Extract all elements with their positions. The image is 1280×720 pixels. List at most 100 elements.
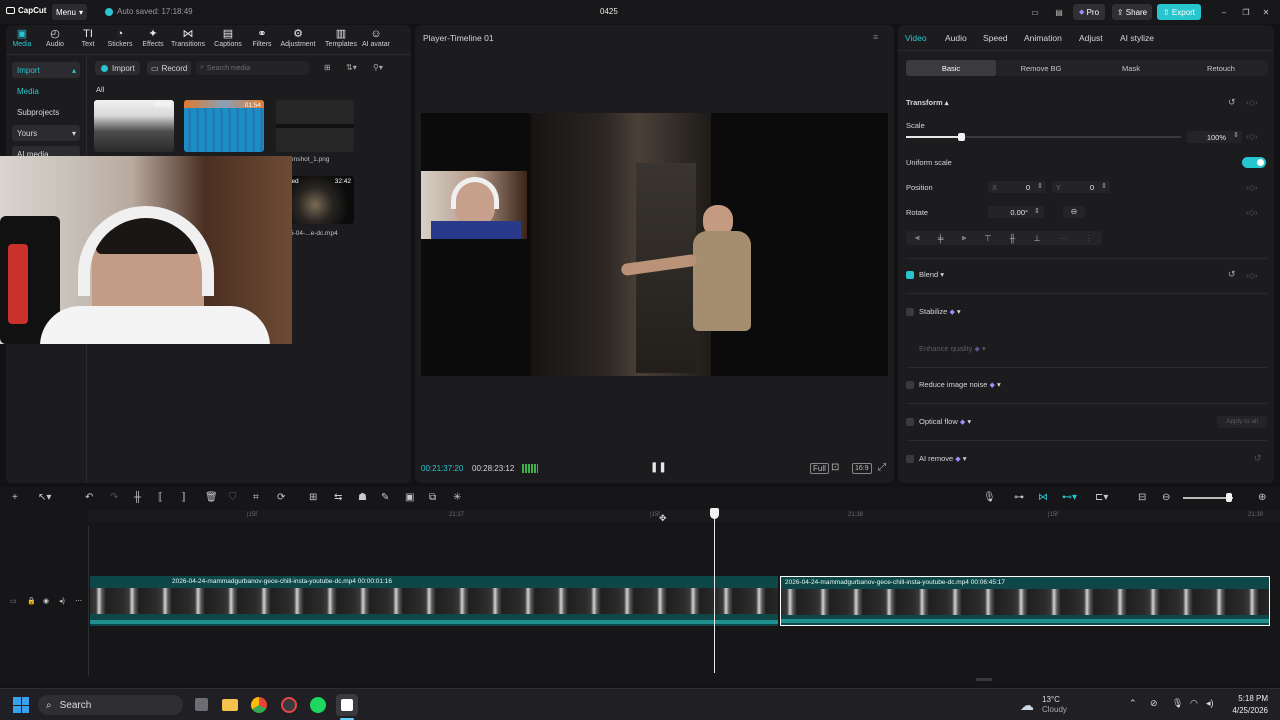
tab-video[interactable]: Video bbox=[905, 33, 927, 43]
remove-bg-icon[interactable]: ☗ bbox=[358, 492, 367, 503]
volume-icon[interactable]: ◂) bbox=[59, 597, 65, 605]
undo-icon[interactable]: ↶ bbox=[85, 492, 93, 503]
magic-icon[interactable]: ✎ bbox=[381, 492, 389, 503]
auto-snap-icon[interactable]: ⊷▾ bbox=[1062, 492, 1077, 503]
optical-flow-header[interactable]: Optical flow ◆ ▾ bbox=[919, 417, 971, 426]
minimize-icon[interactable]: – bbox=[1218, 4, 1230, 20]
sort-icon[interactable]: ⇅▾ bbox=[346, 63, 357, 72]
import-button[interactable]: Import bbox=[95, 61, 140, 75]
reduce-noise-checkbox[interactable] bbox=[906, 381, 914, 389]
transform-icon[interactable]: ⧉ bbox=[429, 492, 436, 503]
tab-animation[interactable]: Animation bbox=[1024, 33, 1062, 43]
eye-icon[interactable]: ◉ bbox=[43, 597, 49, 605]
stabilize-checkbox[interactable] bbox=[906, 308, 914, 316]
align-top-icon[interactable]: ⊤ bbox=[984, 234, 991, 243]
zoom-slider-knob[interactable] bbox=[1226, 493, 1232, 502]
subtab-basic[interactable]: Basic bbox=[906, 60, 996, 76]
network-off-icon[interactable]: ⊘ bbox=[1150, 698, 1158, 709]
captions-toggle-icon[interactable]: ⊟ bbox=[1138, 492, 1146, 503]
playhead-handle[interactable] bbox=[710, 508, 719, 519]
microphone-tray-icon[interactable]: 🎙 bbox=[1172, 698, 1183, 709]
subtab-remove-bg[interactable]: Remove BG bbox=[996, 60, 1086, 76]
keyframe-nav-icon[interactable]: ‹◇› bbox=[1246, 132, 1257, 141]
taskbar-search[interactable]: ⌕ Search bbox=[38, 695, 183, 715]
nav-import[interactable]: Import ▴ bbox=[12, 62, 80, 78]
tool-adjustment[interactable]: ⚙ Adjustment bbox=[280, 28, 316, 48]
nav-yours[interactable]: Yours ▾ bbox=[12, 125, 80, 141]
add-track-icon[interactable]: + bbox=[12, 492, 18, 503]
align-bottom-icon[interactable]: ⊥ bbox=[1033, 234, 1040, 243]
zoom-out-icon[interactable]: ⊖ bbox=[1162, 492, 1170, 503]
crop-icon[interactable]: ⌗ bbox=[253, 492, 259, 503]
full-quality-icon[interactable]: Full bbox=[810, 463, 829, 474]
microphone-icon[interactable]: 🎙 bbox=[983, 492, 996, 503]
ai-tool-icon[interactable]: ✳ bbox=[453, 492, 461, 503]
ai-remove-checkbox[interactable] bbox=[906, 455, 914, 463]
stepper-icon[interactable]: ⇕ bbox=[1101, 182, 1107, 190]
spotify-icon[interactable] bbox=[310, 697, 326, 713]
record-button[interactable]: ▭ Record bbox=[147, 61, 191, 75]
file-explorer-icon[interactable] bbox=[222, 699, 238, 711]
tool-transitions[interactable]: ⋈ Transitions bbox=[170, 28, 206, 48]
filter-icon[interactable]: ⚲▾ bbox=[373, 63, 383, 72]
close-icon[interactable]: ✕ bbox=[1260, 4, 1272, 20]
video-clip-2[interactable]: 2026-04-24-mammadgurbanov-gece-chill-ins… bbox=[780, 576, 1270, 626]
shortcuts-icon[interactable]: ▤ bbox=[1052, 4, 1066, 20]
track-cover-icon[interactable]: ▭ bbox=[10, 597, 17, 605]
tab-ai-stylize[interactable]: AI stylize bbox=[1120, 33, 1154, 43]
task-view-icon[interactable] bbox=[195, 698, 208, 711]
keyframe-nav-icon[interactable]: ‹◇› bbox=[1246, 98, 1257, 107]
tool-audio[interactable]: ◴ Audio bbox=[37, 28, 73, 48]
mirror-icon[interactable]: ⇆ bbox=[334, 492, 342, 503]
reset-icon[interactable]: ↺ bbox=[1254, 453, 1262, 464]
stabilize-header[interactable]: Stabilize ◆ ▾ bbox=[919, 307, 961, 316]
tool-filters[interactable]: ⚭ Filters bbox=[244, 28, 280, 48]
search-media-input[interactable]: ⌕ Search media bbox=[196, 61, 309, 75]
fullscreen-icon[interactable]: ⤢ bbox=[878, 462, 886, 473]
link-icon[interactable]: ⊶ bbox=[1014, 492, 1024, 503]
windows-start-icon[interactable] bbox=[13, 697, 29, 713]
media-item[interactable]: 00:39 bbox=[94, 100, 174, 152]
magnet-icon[interactable]: ⋈ bbox=[1038, 492, 1048, 503]
shield-icon[interactable]: ⛉ bbox=[229, 492, 237, 503]
reset-icon[interactable]: ↺ bbox=[1228, 97, 1236, 108]
apply-to-all-button[interactable]: Apply to all bbox=[1217, 416, 1267, 428]
video-preview[interactable] bbox=[421, 113, 888, 376]
split-left-icon[interactable]: ⟦ bbox=[158, 492, 163, 503]
media-item[interactable]: 01:54 bbox=[184, 100, 264, 152]
layout-icon[interactable]: ▭ bbox=[1027, 4, 1043, 20]
ai-remove-header[interactable]: AI remove ◆ ▾ bbox=[919, 454, 967, 463]
select-tool-icon[interactable]: ↖▾ bbox=[38, 492, 51, 503]
stepper-icon[interactable]: ⇕ bbox=[1233, 131, 1239, 139]
app-icon[interactable] bbox=[281, 697, 297, 713]
tool-ai-avatar[interactable]: ☺ AI avatar bbox=[358, 28, 394, 48]
more-icon[interactable]: ⋯ bbox=[75, 597, 82, 605]
redo-icon[interactable]: ↷ bbox=[110, 492, 118, 503]
export-button[interactable]: ⇧ Export bbox=[1157, 4, 1201, 20]
nav-subprojects[interactable]: Subprojects bbox=[12, 104, 80, 120]
freeze-icon[interactable]: ⊞ bbox=[309, 492, 317, 503]
chevron-up-icon[interactable]: ⌃ bbox=[1129, 698, 1137, 709]
zoom-in-icon[interactable]: ⊕ bbox=[1258, 492, 1266, 503]
uniform-scale-toggle[interactable] bbox=[1242, 157, 1266, 168]
reset-icon[interactable]: ↺ bbox=[1228, 269, 1236, 280]
blend-checkbox[interactable] bbox=[906, 271, 914, 279]
subtab-mask[interactable]: Mask bbox=[1086, 60, 1176, 76]
share-button[interactable]: ⇪ Share bbox=[1112, 4, 1152, 20]
player-menu-icon[interactable]: ≡ bbox=[873, 32, 878, 42]
chrome-icon[interactable] bbox=[251, 697, 267, 713]
reduce-noise-header[interactable]: Reduce image noise ◆ ▾ bbox=[919, 380, 1001, 389]
split-icon[interactable]: ╫ bbox=[134, 492, 141, 503]
stepper-icon[interactable]: ⇕ bbox=[1034, 207, 1040, 215]
nav-media[interactable]: Media bbox=[12, 83, 80, 99]
lock-icon[interactable]: 🔒 bbox=[27, 597, 36, 605]
media-item[interactable] bbox=[276, 100, 354, 152]
speaker-icon[interactable]: ◂) bbox=[1206, 698, 1214, 709]
subtab-retouch[interactable]: Retouch bbox=[1176, 60, 1266, 76]
align-center-icon[interactable]: ╪ bbox=[938, 234, 944, 243]
distribute-v-icon[interactable]: ⋮ bbox=[1085, 234, 1093, 243]
timeline-scrollbar[interactable] bbox=[976, 678, 992, 681]
scale-slider-knob[interactable] bbox=[958, 133, 965, 141]
tab-audio[interactable]: Audio bbox=[945, 33, 967, 43]
tool-captions[interactable]: ▤ Captions bbox=[210, 28, 246, 48]
